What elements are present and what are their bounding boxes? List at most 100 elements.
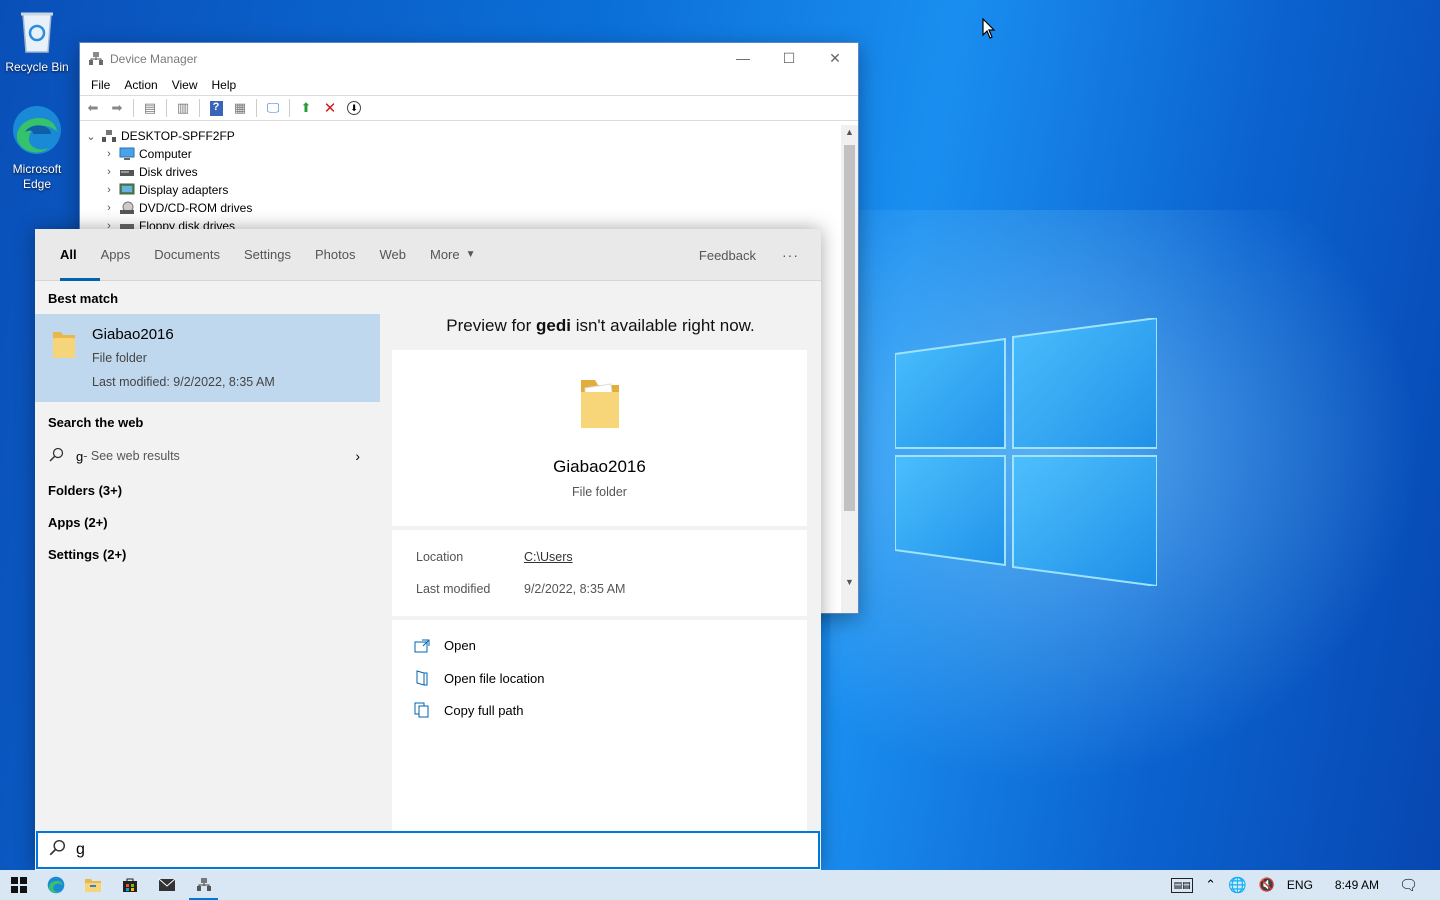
toolbar-separator xyxy=(199,99,200,117)
vertical-scrollbar[interactable]: ▲ ▼ xyxy=(841,125,858,613)
tree-root[interactable]: ⌄ DESKTOP-SPFF2FP xyxy=(80,127,840,145)
network-button[interactable]: 🌐 xyxy=(1222,876,1253,894)
notification-icon: 🗨 xyxy=(1398,877,1418,894)
search-icon xyxy=(48,447,64,466)
close-button[interactable]: ✕ xyxy=(812,43,858,73)
clock[interactable]: 8:49 AM xyxy=(1319,878,1393,892)
web-result[interactable]: g - See web results › xyxy=(35,438,380,474)
taskbar-device-manager[interactable] xyxy=(185,870,222,900)
start-icon xyxy=(10,877,27,893)
best-match-heading: Best match xyxy=(48,291,119,306)
tab-more[interactable]: More ▼ xyxy=(418,229,488,281)
chevron-up-icon: ⌃ xyxy=(1205,877,1217,892)
best-match-result[interactable]: Giabao2016 File folder Last modified: 9/… xyxy=(35,314,380,402)
taskbar-edge[interactable] xyxy=(37,870,74,900)
chevron-right-icon[interactable]: › xyxy=(102,148,116,160)
minimize-button[interactable]: — xyxy=(720,43,766,73)
tab-apps[interactable]: Apps xyxy=(89,229,143,281)
open-icon xyxy=(414,639,430,652)
taskbar-mail[interactable] xyxy=(148,870,185,900)
more-options-button[interactable]: ··· xyxy=(782,247,799,263)
feedback-link[interactable]: Feedback xyxy=(699,248,756,263)
scroll-thumb[interactable] xyxy=(844,145,855,511)
start-button[interactable] xyxy=(0,870,37,900)
uninstall-button[interactable]: ✕ xyxy=(321,99,339,117)
properties-button[interactable]: ▤ xyxy=(141,99,159,117)
tree-item[interactable]: › DVD/CD-ROM drives xyxy=(80,199,840,217)
update-button[interactable]: ▥ xyxy=(174,99,192,117)
file-explorer-icon xyxy=(84,879,101,892)
disk-drive-icon xyxy=(120,170,134,176)
tab-label: Documents xyxy=(154,247,221,262)
help-icon: ? xyxy=(209,100,223,116)
tree-item[interactable]: › Computer xyxy=(80,145,840,163)
speaker-muted-icon: 🔇 xyxy=(1258,877,1275,892)
uninstall-icon: ✕ xyxy=(323,100,337,117)
tree-item[interactable]: › Disk drives xyxy=(80,163,840,181)
desktop-icon-edge[interactable]: Microsoft Edge xyxy=(0,104,74,192)
open-action[interactable]: Open xyxy=(414,638,476,653)
chevron-down-icon[interactable]: ⌄ xyxy=(84,130,98,143)
copy-full-path-action[interactable]: Copy full path xyxy=(414,702,524,718)
preview-message: Preview for gedi isn't available right n… xyxy=(380,316,821,336)
tree-item-label: Disk drives xyxy=(139,165,198,179)
search-box[interactable] xyxy=(36,831,820,869)
details-button[interactable]: ▦ xyxy=(231,99,249,117)
help-button[interactable]: ? xyxy=(207,99,225,117)
enable-device-button[interactable]: ⬆ xyxy=(297,99,315,117)
back-button[interactable]: ⬅ xyxy=(84,99,102,117)
tab-documents[interactable]: Documents xyxy=(142,229,232,281)
search-input[interactable] xyxy=(76,841,776,859)
location-link[interactable]: C:\Users xyxy=(524,550,573,564)
web-suffix: - See web results xyxy=(83,449,180,463)
tab-web[interactable]: Web xyxy=(367,229,418,281)
tree-item-label: DVD/CD-ROM drives xyxy=(139,201,253,215)
search-tabs: All Apps Documents Settings Photos Web M… xyxy=(35,229,821,281)
folder-location-icon xyxy=(416,670,428,686)
forward-button[interactable]: ➡ xyxy=(108,99,126,117)
maximize-button[interactable]: ☐ xyxy=(766,43,812,73)
tree-root-label: DESKTOP-SPFF2FP xyxy=(121,129,235,143)
desktop-icon-recycle-bin[interactable]: Recycle Bin xyxy=(0,8,74,75)
menu-file[interactable]: File xyxy=(84,78,117,92)
tab-settings[interactable]: Settings xyxy=(232,229,303,281)
modified-value: 9/2/2022, 8:35 AM xyxy=(524,582,626,596)
taskbar-store[interactable] xyxy=(111,870,148,900)
tab-all[interactable]: All xyxy=(48,229,100,281)
taskbar-file-explorer[interactable] xyxy=(74,870,111,900)
category-folders[interactable]: Folders (3+) xyxy=(35,474,380,506)
volume-button[interactable]: 🔇 xyxy=(1253,877,1281,893)
category-apps[interactable]: Apps (2+) xyxy=(35,506,380,538)
update-icon: ▥ xyxy=(176,100,190,115)
menu-view[interactable]: View xyxy=(165,78,205,92)
toolbar-separator xyxy=(289,99,290,117)
preview-suffix: isn't available right now. xyxy=(570,316,755,335)
folder-large-icon xyxy=(580,380,619,428)
tab-photos[interactable]: Photos xyxy=(303,229,367,281)
chevron-right-icon[interactable]: › xyxy=(355,448,360,464)
category-settings[interactable]: Settings (2+) xyxy=(35,538,380,570)
scan-hardware-button[interactable]: 🖵 xyxy=(264,99,282,117)
open-file-location-action[interactable]: Open file location xyxy=(414,670,544,686)
actions-card: Open Open file location Copy full path xyxy=(392,620,807,832)
scroll-down-icon[interactable]: ▼ xyxy=(841,577,858,587)
tree-item[interactable]: › Display adapters xyxy=(80,181,840,199)
scroll-up-icon[interactable]: ▲ xyxy=(841,127,858,137)
action-center-button[interactable]: 🗨 xyxy=(1393,876,1440,894)
chevron-right-icon[interactable]: › xyxy=(102,166,116,178)
menu-action[interactable]: Action xyxy=(117,78,164,92)
news-button[interactable]: ▤▤ xyxy=(1165,877,1199,893)
search-icon xyxy=(48,839,66,862)
show-hidden-icons-button[interactable]: ⌃ xyxy=(1199,877,1222,893)
preview-card: Giabao2016 File folder xyxy=(392,350,807,526)
edge-icon xyxy=(13,106,61,154)
best-match-type: File folder xyxy=(92,351,147,365)
store-icon xyxy=(122,878,137,892)
tab-label: Apps xyxy=(100,247,131,262)
language-indicator[interactable]: ENG xyxy=(1281,878,1319,892)
download-button[interactable]: ⬇ xyxy=(345,99,363,117)
menu-help[interactable]: Help xyxy=(205,78,244,92)
chevron-right-icon[interactable]: › xyxy=(102,184,116,196)
chevron-right-icon[interactable]: › xyxy=(102,202,116,214)
folder-icon xyxy=(53,332,75,358)
